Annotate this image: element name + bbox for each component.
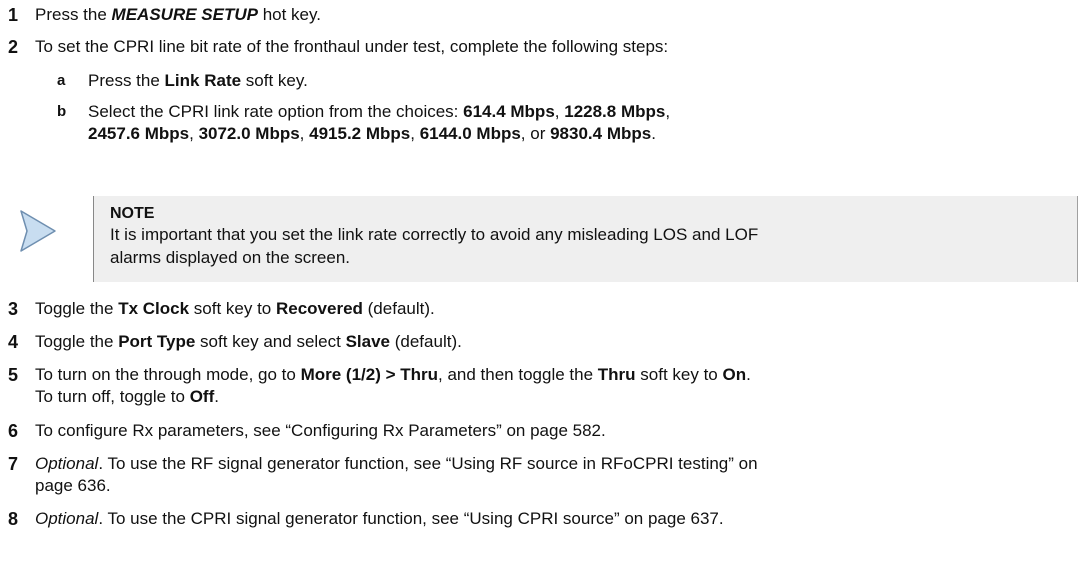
step-number: 1 — [8, 5, 19, 25]
note-arrow-icon — [20, 210, 56, 252]
step-number: 7 — [8, 454, 19, 474]
step-text: Optional. To use the RF signal generator… — [35, 454, 758, 495]
substep-letter: a — [57, 72, 66, 89]
step-number: 8 — [8, 509, 19, 529]
step-text: Press the MEASURE SETUP hot key. — [35, 5, 321, 24]
note-box: NOTE It is important that you set the li… — [93, 196, 1078, 282]
step-number: 2 — [8, 37, 19, 57]
step-text: Toggle the Port Type soft key and select… — [35, 332, 462, 351]
step-number: 4 — [8, 332, 19, 352]
step-text: Optional. To use the CPRI signal generat… — [35, 509, 724, 528]
step-number: 5 — [8, 365, 19, 385]
step-text: To configure Rx parameters, see “Configu… — [35, 421, 606, 440]
step-number: 3 — [8, 299, 19, 319]
note-body: It is important that you set the link ra… — [110, 225, 759, 267]
step-text: Toggle the Tx Clock soft key to Recovere… — [35, 299, 435, 318]
substep-text: Press the Link Rate soft key. — [88, 71, 308, 90]
step-text: To turn on the through mode, go to More … — [35, 365, 751, 406]
step-text: To set the CPRI line bit rate of the fro… — [35, 37, 669, 56]
step-number: 6 — [8, 421, 19, 441]
substep-text: Select the CPRI link rate option from th… — [88, 102, 671, 143]
note-title: NOTE — [110, 205, 155, 222]
substep-letter: b — [57, 103, 67, 120]
